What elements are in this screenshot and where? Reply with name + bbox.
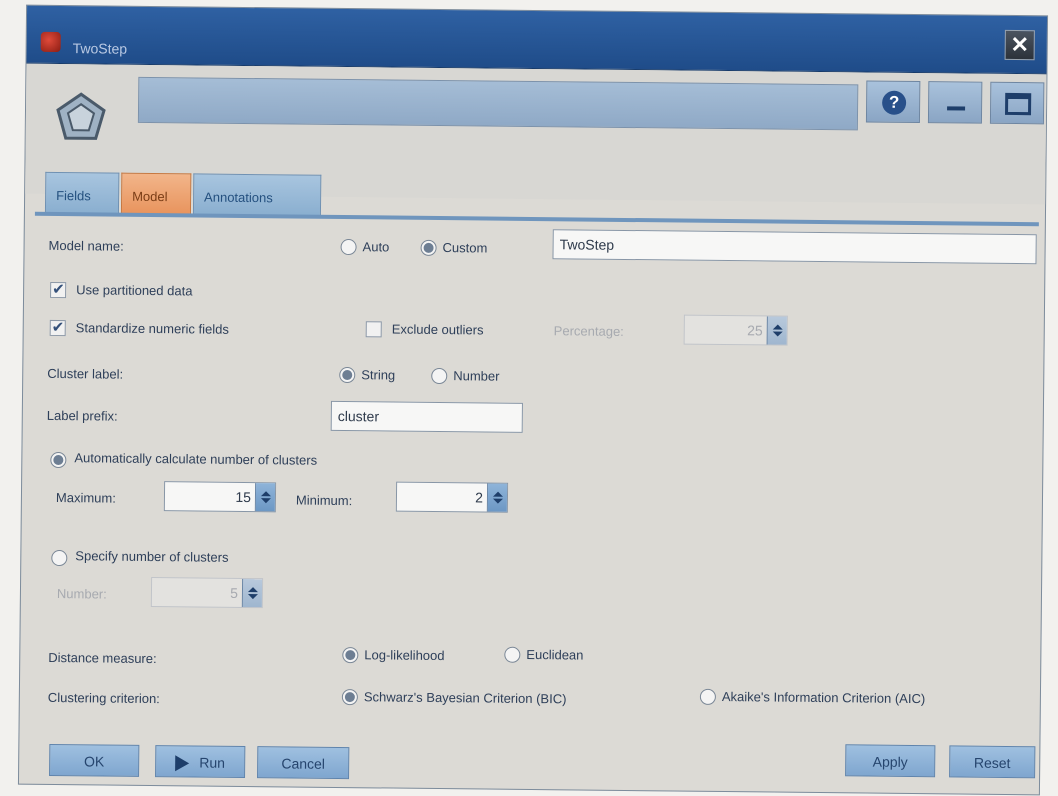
auto-calc-radio[interactable] xyxy=(50,451,67,469)
minimum-spin-icon[interactable] xyxy=(486,483,508,512)
distance-measure-label: Distance measure: xyxy=(48,649,157,667)
criterion-aic-label: Akaike's Information Criterion (AIC) xyxy=(721,688,926,707)
window-title: TwoStep xyxy=(72,40,128,57)
close-button[interactable]: ✕ xyxy=(1004,29,1035,61)
tab-fields[interactable]: Fields xyxy=(44,171,120,215)
specify-label: Specify number of clusters xyxy=(75,548,229,565)
maximum-stepper[interactable]: 15 xyxy=(163,481,277,513)
tab-annotations[interactable]: Annotations xyxy=(192,173,322,217)
distance-loglikelihood-label: Log-likelihood xyxy=(364,647,445,664)
maximize-icon xyxy=(1005,92,1032,116)
exclude-outliers-label: Exclude outliers xyxy=(391,321,484,338)
cluster-label-label: Cluster label: xyxy=(47,365,124,382)
percentage-value: 25 xyxy=(747,322,763,339)
minimum-stepper[interactable]: 2 xyxy=(395,481,509,513)
close-icon: ✕ xyxy=(1010,31,1030,58)
distance-loglikelihood-radio[interactable] xyxy=(342,647,359,664)
run-button-label: Run xyxy=(199,754,226,771)
cluster-label-string-text: String xyxy=(361,367,396,383)
specify-radio[interactable] xyxy=(51,549,68,567)
model-name-auto-label: Auto xyxy=(362,239,390,255)
exclude-outliers-checkbox[interactable] xyxy=(365,321,382,338)
help-button[interactable]: ? xyxy=(865,80,921,124)
distance-euclidean-label: Euclidean xyxy=(526,646,584,663)
header-bar xyxy=(137,76,859,131)
label-prefix-label: Label prefix: xyxy=(46,407,118,424)
use-partitioned-checkbox[interactable] xyxy=(50,281,67,299)
ok-button[interactable]: OK xyxy=(49,743,140,777)
maximize-button[interactable] xyxy=(989,81,1045,125)
app-icon xyxy=(40,31,61,53)
cluster-label-number-radio[interactable] xyxy=(431,367,448,385)
label-prefix-input[interactable]: cluster xyxy=(330,400,523,433)
model-tab-panel: Model name: Auto Custom TwoStep Use part… xyxy=(19,216,1045,796)
percentage-spin-icon[interactable] xyxy=(766,316,787,345)
run-button[interactable]: Run xyxy=(155,745,246,779)
criterion-bic-label: Schwarz's Bayesian Criterion (BIC) xyxy=(363,689,567,707)
percentage-stepper[interactable]: 25 xyxy=(683,314,788,346)
tab-model[interactable]: Model xyxy=(120,172,192,216)
twostep-dialog: TwoStep ✕ ? Fields Model Annotations Mod… xyxy=(17,4,1049,796)
criterion-aic-radio[interactable] xyxy=(699,688,716,705)
distance-euclidean-radio[interactable] xyxy=(504,646,521,663)
clustering-criterion-label: Clustering criterion: xyxy=(47,689,160,707)
help-icon: ? xyxy=(882,90,907,115)
apply-button[interactable]: Apply xyxy=(845,744,936,778)
specify-number-value: 5 xyxy=(230,584,239,601)
specify-number-stepper[interactable]: 5 xyxy=(150,577,264,609)
maximum-label: Maximum: xyxy=(55,490,116,506)
title-bar[interactable]: TwoStep ✕ xyxy=(26,5,1048,75)
model-name-label: Model name: xyxy=(48,237,124,254)
standardize-checkbox[interactable] xyxy=(49,319,66,337)
use-partitioned-label: Use partitioned data xyxy=(76,282,193,299)
twostep-node-icon xyxy=(56,92,106,140)
reset-button[interactable]: Reset xyxy=(949,745,1036,779)
model-name-input[interactable]: TwoStep xyxy=(552,229,1037,265)
percentage-label: Percentage: xyxy=(553,323,624,339)
model-name-custom-label: Custom xyxy=(442,240,488,256)
minimum-label: Minimum: xyxy=(295,492,353,509)
maximum-spin-icon[interactable] xyxy=(254,483,276,512)
model-name-auto-radio[interactable] xyxy=(340,238,357,256)
criterion-bic-radio[interactable] xyxy=(341,689,358,706)
auto-calc-label: Automatically calculate number of cluste… xyxy=(74,450,318,468)
minimize-button[interactable] xyxy=(927,81,983,124)
cluster-label-string-radio[interactable] xyxy=(339,366,356,384)
minimum-value: 2 xyxy=(475,489,484,506)
standardize-label: Standardize numeric fields xyxy=(75,320,230,337)
specify-number-label: Number: xyxy=(56,586,107,602)
specify-number-spin-icon[interactable] xyxy=(241,578,263,608)
cluster-label-number-text: Number xyxy=(453,368,500,384)
run-icon xyxy=(175,755,190,772)
model-name-custom-radio[interactable] xyxy=(420,239,437,256)
maximum-value: 15 xyxy=(235,488,252,506)
cancel-button[interactable]: Cancel xyxy=(257,746,350,780)
minimize-icon xyxy=(947,106,966,111)
